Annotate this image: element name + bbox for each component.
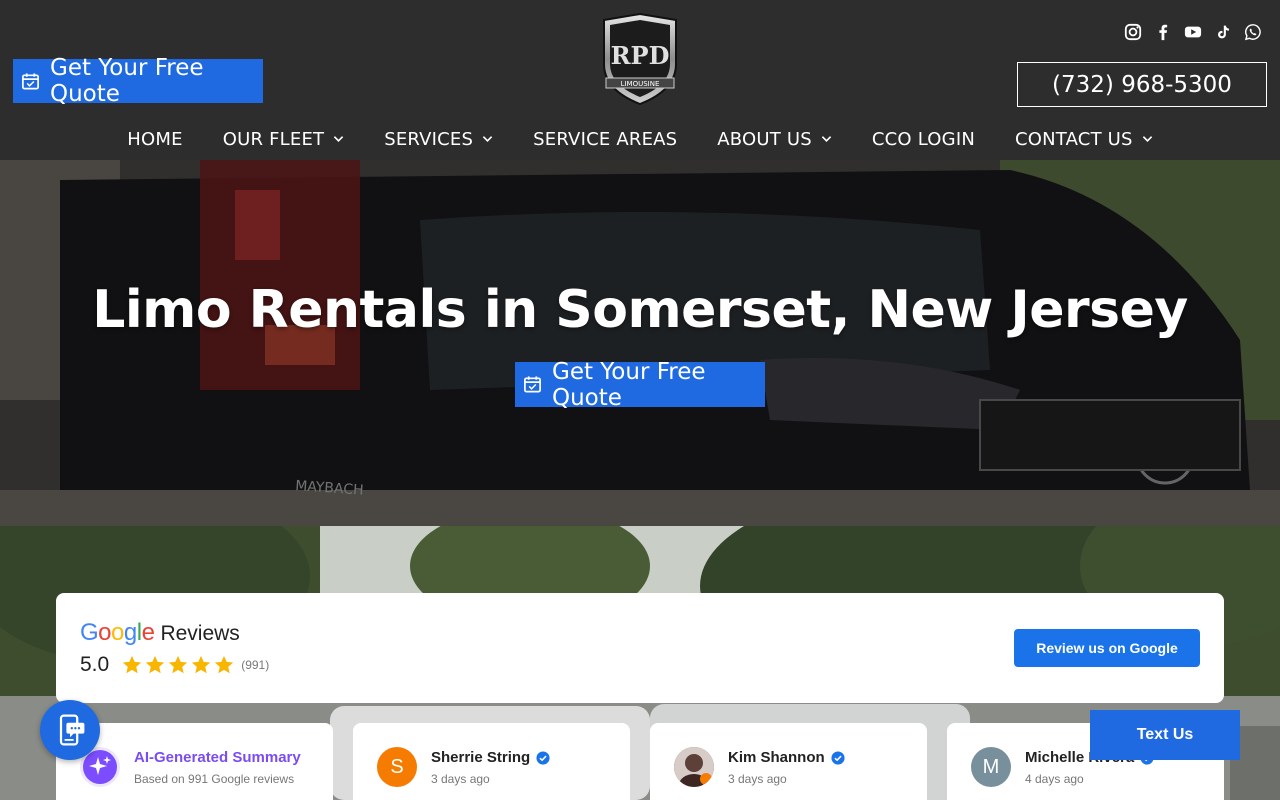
chevron-down-icon bbox=[1142, 135, 1153, 143]
instagram-icon[interactable] bbox=[1124, 23, 1142, 41]
social-icons bbox=[1124, 23, 1262, 41]
review-card[interactable]: S Sherrie String 3 days ago bbox=[353, 723, 630, 800]
rpd-limousine-logo[interactable]: RPD LIMOUSINE bbox=[598, 12, 682, 106]
review-subtitle: Based on 991 Google reviews bbox=[134, 772, 295, 786]
tiktok-icon[interactable] bbox=[1214, 23, 1232, 41]
rating-value: 5.0 bbox=[80, 653, 110, 676]
google-logo: Google bbox=[80, 619, 155, 646]
reviews-heading: Reviews bbox=[160, 622, 240, 645]
nav-our-fleet-label: OUR FLEET bbox=[222, 128, 325, 150]
hero-overlay bbox=[0, 160, 1280, 526]
review-card[interactable]: Kim Shannon 3 days ago bbox=[650, 723, 927, 800]
review-date: 3 days ago bbox=[728, 772, 787, 786]
verified-icon bbox=[536, 750, 550, 765]
avatar: M bbox=[971, 747, 1011, 787]
nav-cco-login-label: CCO LOGIN bbox=[871, 128, 975, 150]
rating-row: 5.0 (991) bbox=[80, 653, 269, 677]
review-date: 3 days ago bbox=[431, 772, 490, 786]
hero-section: MAYBACH Limo Rentals in Somerset, New Je… bbox=[0, 160, 1280, 526]
hero-quote-label: Get Your Free Quote bbox=[552, 358, 706, 411]
star-rating bbox=[121, 654, 235, 676]
get-free-quote-button[interactable]: Get Your Free Quote bbox=[13, 55, 263, 107]
google-reviews-widget: Google Reviews 5.0 (991) Review us on Go… bbox=[56, 593, 1224, 703]
main-nav: HOME OUR FLEET SERVICES SERVICE AREAS AB… bbox=[0, 118, 1280, 160]
chevron-down-icon bbox=[821, 135, 832, 143]
nav-about-us[interactable]: ABOUT US bbox=[717, 129, 832, 150]
nav-about-us-label: ABOUT US bbox=[717, 128, 812, 150]
nav-home[interactable]: HOME bbox=[127, 129, 182, 150]
star-icon bbox=[146, 655, 165, 674]
facebook-icon[interactable] bbox=[1154, 23, 1172, 41]
review-date: 4 days ago bbox=[1025, 772, 1084, 786]
chevron-down-icon bbox=[333, 135, 344, 143]
phone-chat-icon bbox=[59, 714, 85, 746]
nav-contact-us-label: CONTACT US bbox=[1015, 128, 1133, 150]
avatar bbox=[674, 747, 714, 787]
verified-icon bbox=[831, 750, 845, 765]
chevron-down-icon bbox=[482, 135, 493, 143]
phone-button[interactable]: (732) 968-5300 bbox=[1017, 62, 1267, 107]
nav-service-areas[interactable]: SERVICE AREAS bbox=[533, 129, 677, 150]
site-header: Get Your Free Quote RPD LIMOUSINE (732) … bbox=[0, 0, 1280, 160]
text-us-button[interactable]: Text Us bbox=[1090, 710, 1240, 760]
youtube-icon[interactable] bbox=[1184, 23, 1202, 41]
review-author-name: Sherrie String bbox=[431, 749, 531, 766]
star-icon bbox=[169, 655, 188, 674]
get-free-quote-label: Get Your Free Quote bbox=[50, 55, 204, 107]
review-author: Sherrie String bbox=[431, 749, 550, 766]
nav-contact-us[interactable]: CONTACT US bbox=[1015, 129, 1153, 150]
nav-cco-login[interactable]: CCO LOGIN bbox=[872, 129, 975, 150]
review-author: Kim Shannon bbox=[728, 749, 845, 766]
nav-services[interactable]: SERVICES bbox=[384, 129, 493, 150]
avatar: S bbox=[377, 747, 417, 787]
nav-our-fleet[interactable]: OUR FLEET bbox=[223, 129, 345, 150]
chat-widget-button[interactable] bbox=[40, 700, 100, 760]
hero-title: Limo Rentals in Somerset, New Jersey bbox=[92, 280, 1188, 340]
review-count: (991) bbox=[241, 658, 270, 672]
calendar-icon bbox=[21, 72, 40, 91]
calendar-icon bbox=[523, 375, 542, 394]
ai-summary-title: AI-Generated Summary bbox=[134, 749, 301, 766]
nav-service-areas-label: SERVICE AREAS bbox=[533, 128, 678, 150]
logo-text: RPD bbox=[611, 41, 670, 70]
star-icon bbox=[123, 655, 142, 674]
nav-services-label: SERVICES bbox=[384, 128, 474, 150]
review-author: AI-Generated Summary bbox=[134, 749, 301, 766]
star-icon bbox=[215, 655, 234, 674]
logo-subtext: LIMOUSINE bbox=[621, 80, 660, 88]
nav-home-label: HOME bbox=[127, 128, 183, 150]
review-author-name: Kim Shannon bbox=[728, 749, 825, 766]
hero-get-free-quote-button[interactable]: Get Your Free Quote bbox=[515, 359, 765, 411]
google-reviews-title: Google Reviews bbox=[80, 619, 240, 647]
whatsapp-icon[interactable] bbox=[1244, 23, 1262, 41]
star-icon bbox=[192, 655, 211, 674]
review-us-on-google-button[interactable]: Review us on Google bbox=[1014, 629, 1200, 667]
